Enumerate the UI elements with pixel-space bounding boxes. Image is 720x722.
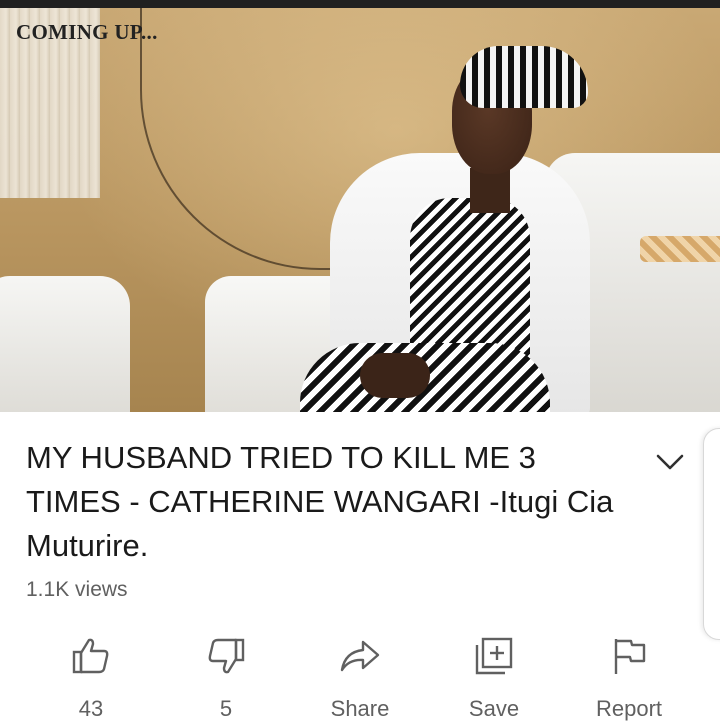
- action-bar: 43 5 Share Save Report: [0, 628, 720, 722]
- dislike-count: 5: [219, 696, 233, 721]
- side-panel-edge[interactable]: [703, 428, 720, 640]
- add-to-playlist-icon: [472, 634, 516, 678]
- dislike-button[interactable]: 5: [166, 628, 286, 722]
- status-bar-strip: [0, 0, 720, 8]
- video-sofa-left: [0, 276, 130, 412]
- like-button[interactable]: 43: [31, 628, 151, 722]
- share-label: Share: [330, 696, 390, 721]
- expand-description-button[interactable]: [652, 444, 688, 480]
- video-person-neck: [470, 168, 510, 213]
- thumbs-up-icon: [69, 634, 113, 678]
- video-person-hands: [360, 353, 430, 398]
- save-button[interactable]: Save: [434, 628, 554, 722]
- share-arrow-icon: [338, 634, 382, 678]
- video-overlay-text: COMING UP...: [16, 20, 158, 44]
- save-label: Save: [468, 696, 520, 721]
- thumbs-down-icon: [204, 634, 248, 678]
- view-count: 1.1K views: [26, 578, 128, 601]
- report-label: Report: [595, 696, 663, 721]
- like-count: 43: [78, 696, 104, 721]
- flag-icon: [607, 634, 651, 678]
- share-button[interactable]: Share: [300, 628, 420, 722]
- video-title: MY HUSBAND TRIED TO KILL ME 3 TIMES - CA…: [26, 440, 614, 563]
- chevron-down-icon: [656, 454, 684, 470]
- video-player[interactable]: COMING UP...: [0, 8, 720, 412]
- video-cushion: [640, 236, 720, 262]
- video-person-headwrap: [460, 46, 588, 108]
- report-button[interactable]: Report: [569, 628, 689, 722]
